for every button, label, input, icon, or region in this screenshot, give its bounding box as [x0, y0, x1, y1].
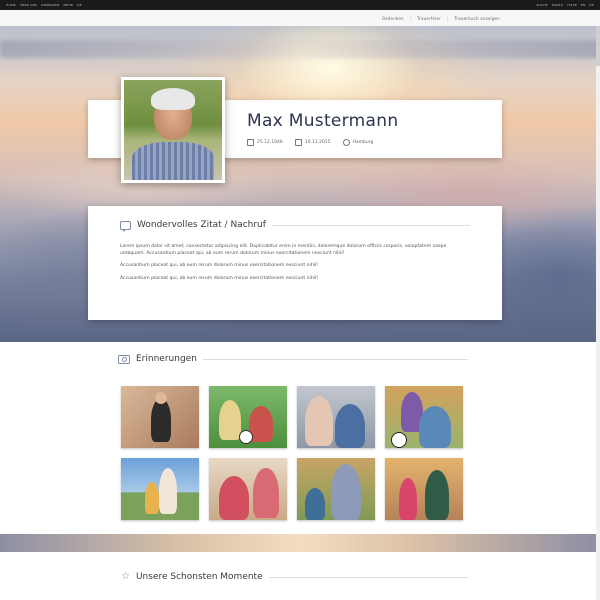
memories-title: Erinnerungen — [136, 354, 197, 364]
birth-date: 25.12.1946 — [247, 139, 283, 146]
gallery-photo[interactable] — [385, 386, 463, 448]
moments-header: ☆ Unsere Schonsten Momente — [121, 572, 468, 582]
death-date-text: 10.11.2015 — [304, 140, 331, 145]
top-link[interactable]: GEDENKEN — [41, 3, 59, 7]
location: Hamburg — [342, 139, 374, 146]
top-link[interactable]: SUCHE — [536, 3, 547, 7]
portrait-hair — [151, 88, 195, 110]
subnav-separator: | — [409, 15, 412, 21]
gallery-photo[interactable] — [121, 458, 199, 520]
cloud-band — [0, 40, 600, 58]
photo-gallery — [121, 386, 463, 520]
top-link[interactable]: DE — [77, 3, 82, 7]
location-text: Hamburg — [352, 140, 374, 145]
divider — [202, 358, 468, 360]
memories-section: Erinnerungen — [118, 354, 468, 364]
scrollbar-thumb[interactable] — [596, 26, 600, 66]
quote-body: Lorem ipsum dolor sit amet, consectetur … — [120, 244, 470, 282]
gallery-photo[interactable] — [297, 386, 375, 448]
sub-navigation: Gedenken | Trauerfeier | Trauerbuch anze… — [0, 10, 600, 26]
divider — [268, 576, 468, 578]
deceased-name: Max Mustermann — [247, 111, 399, 131]
gallery-photo[interactable] — [209, 458, 287, 520]
top-link[interactable]: HOME — [6, 3, 16, 7]
gallery-photo[interactable] — [385, 458, 463, 520]
quote-paragraph: Lorem ipsum dolor sit amet, consectetur … — [120, 244, 447, 256]
scrollbar[interactable] — [596, 26, 600, 600]
cloud-divider-band — [0, 534, 600, 552]
profile-meta: 25.12.1946 10.11.2015 Hamburg — [247, 139, 373, 146]
top-link[interactable]: HILFE — [567, 3, 576, 7]
top-bar-left: HOME ÜBER UNS GEDENKEN MEHR DE — [6, 3, 82, 7]
divider — [271, 224, 470, 226]
quote-header: Wondervolles Zitat / Nachruf — [120, 220, 470, 232]
camera-icon — [118, 354, 130, 364]
moments-title: Unsere Schonsten Momente — [135, 572, 263, 582]
star-icon: ☆ — [121, 571, 130, 582]
gallery-photo[interactable] — [121, 386, 199, 448]
calendar-icon — [247, 139, 254, 146]
quote-title: Wondervolles Zitat / Nachruf — [137, 220, 266, 230]
location-pin-icon — [342, 139, 350, 146]
subnav-link-trauerbuch[interactable]: Trauerbuch anzeigen — [454, 16, 500, 21]
quote-card: Wondervolles Zitat / Nachruf Lorem ipsum… — [88, 206, 502, 320]
top-link[interactable]: DE — [589, 3, 594, 7]
birth-date-text: 25.12.1946 — [257, 140, 283, 145]
top-link[interactable]: KONTO — [552, 3, 564, 7]
portrait-photo — [124, 80, 222, 180]
profile-portrait[interactable] — [121, 77, 225, 183]
quote-paragraph: Accusantium placeat qui, ab eum rerum do… — [120, 275, 319, 281]
top-bar-right: SUCHE KONTO HILFE EN DE — [536, 3, 594, 7]
top-link[interactable]: ÜBER UNS — [20, 3, 37, 7]
top-link[interactable]: MEHR — [63, 3, 73, 7]
memories-header: Erinnerungen — [118, 354, 468, 364]
subnav-link-trauerfeier[interactable]: Trauerfeier — [417, 16, 441, 21]
gallery-photo[interactable] — [209, 386, 287, 448]
top-bar: HOME ÜBER UNS GEDENKEN MEHR DE SUCHE KON… — [0, 0, 600, 10]
calendar-icon — [294, 139, 302, 146]
gallery-photo[interactable] — [297, 458, 375, 520]
portrait-shirt — [132, 142, 214, 180]
moments-section: ☆ Unsere Schonsten Momente — [121, 572, 468, 582]
death-date: 10.11.2015 — [294, 139, 331, 146]
subnav-separator: | — [446, 15, 449, 21]
top-link[interactable]: EN — [581, 3, 586, 7]
subnav-link-gedenken[interactable]: Gedenken — [382, 16, 404, 21]
chat-bubble-icon — [120, 220, 131, 232]
quote-paragraph: Accusantium placeat qui, ab eum rerum do… — [120, 263, 319, 268]
